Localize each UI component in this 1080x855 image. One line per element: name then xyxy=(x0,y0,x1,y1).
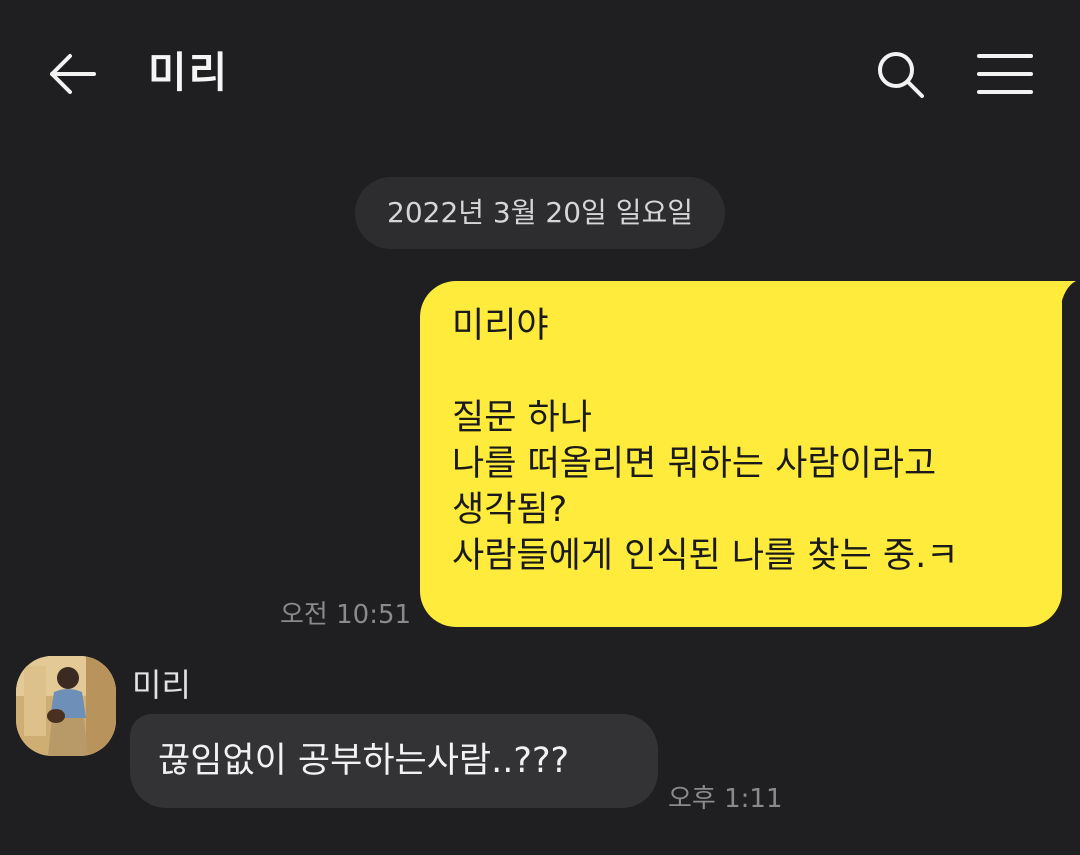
received-message-bubble[interactable]: 끊임없이 공부하는사람..??? xyxy=(130,714,658,808)
message-timestamp: 오전 10:51 xyxy=(280,600,412,630)
message-line: 생각됨? xyxy=(452,490,568,530)
hamburger-menu-icon xyxy=(977,54,1033,94)
search-icon xyxy=(878,52,924,98)
arrow-left-icon xyxy=(50,54,96,94)
back-button[interactable] xyxy=(46,48,102,100)
message-line: 미리야 xyxy=(452,306,549,346)
sender-name: 미리 xyxy=(132,666,191,704)
message-line xyxy=(452,349,1028,395)
profile-photo xyxy=(16,656,116,756)
message-timestamp: 오후 1:11 xyxy=(668,784,783,814)
message-line: 사람들에게 인식된 나를 찾는 중.ㅋ xyxy=(452,536,959,576)
chat-screen: 미리 2022년 3월 20일 일요일 미리야 질문 하나 나를 떠올리면 뭐하… xyxy=(0,0,1080,855)
sent-message-bubble[interactable]: 미리야 질문 하나 나를 떠올리면 뭐하는 사람이라고 생각됨? 사람들에게 인… xyxy=(420,281,1062,627)
search-button[interactable] xyxy=(872,48,930,102)
menu-button[interactable] xyxy=(974,48,1036,100)
avatar[interactable] xyxy=(16,656,116,756)
date-divider: 2022년 3월 20일 일요일 xyxy=(355,177,725,249)
message-line: 질문 하나 xyxy=(452,398,592,438)
chat-title: 미리 xyxy=(148,48,230,97)
message-line: 나를 떠올리면 뭐하는 사람이라고 xyxy=(452,444,937,484)
